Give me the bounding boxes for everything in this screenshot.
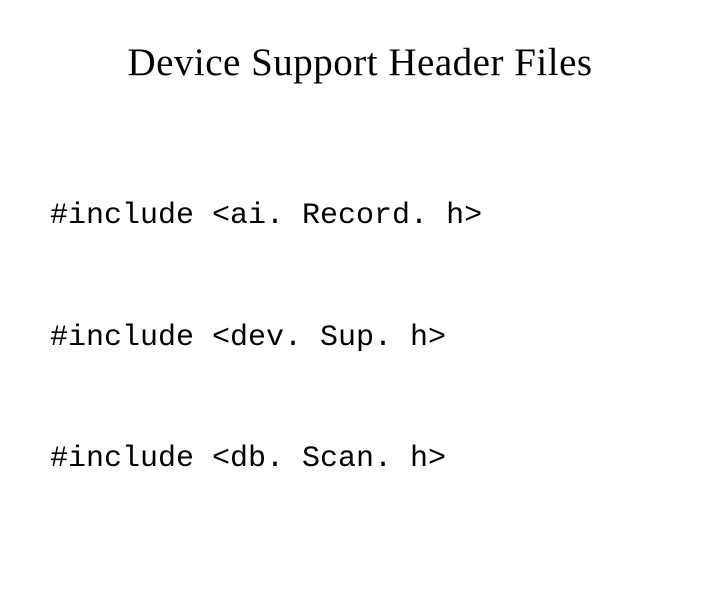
code-line-3: #include <db. Scan. h> (50, 439, 670, 480)
code-line-1: #include <ai. Record. h> (50, 196, 670, 237)
slide-container: Device Support Header Files #include <ai… (0, 0, 720, 601)
slide-title: Device Support Header Files (50, 40, 670, 85)
code-line-2: #include <dev. Sup. h> (50, 318, 670, 359)
code-block: #include <ai. Record. h> #include <dev. … (50, 115, 670, 561)
